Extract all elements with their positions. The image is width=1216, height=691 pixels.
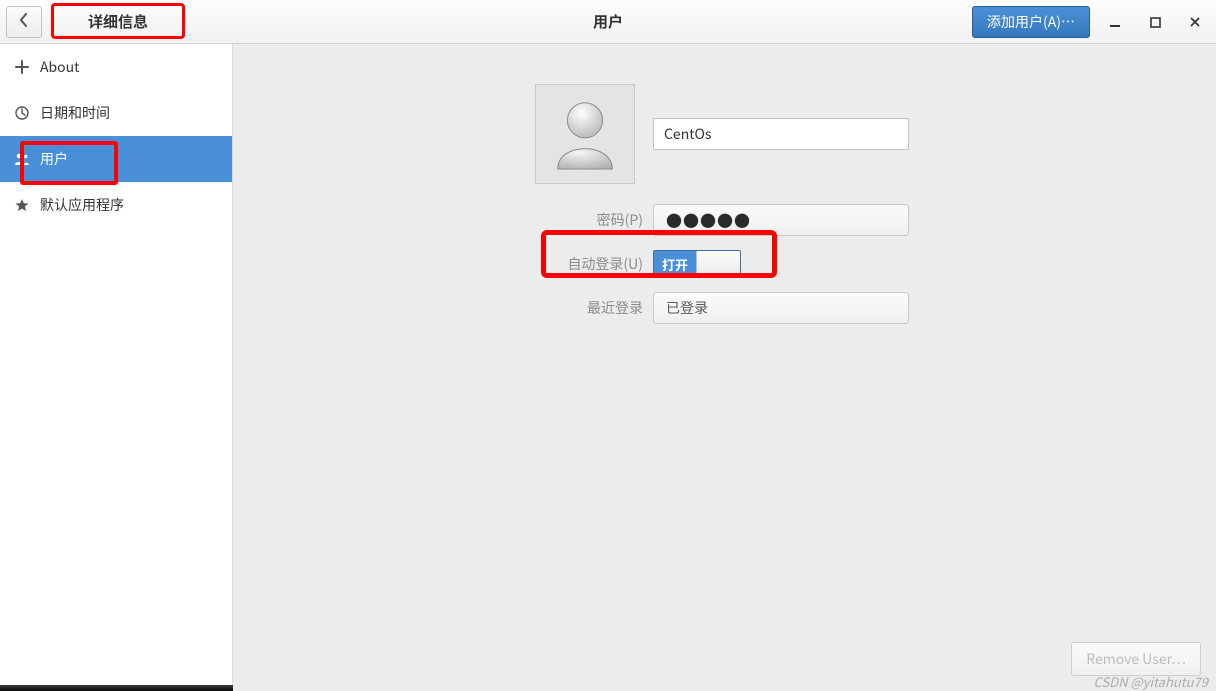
add-user-button[interactable]: 添加用户(A)…	[972, 6, 1090, 38]
plus-icon	[14, 60, 30, 74]
add-user-label: 添加用户(A)…	[987, 12, 1075, 32]
password-dots: ●●●●●	[666, 208, 751, 232]
sidebar-item-about[interactable]: About	[0, 44, 232, 90]
users-icon	[14, 152, 30, 166]
autologin-row: 自动登录(U) 打开	[233, 242, 1216, 286]
maximize-button[interactable]	[1148, 17, 1162, 28]
sidebar-item-label: 默认应用程序	[40, 195, 124, 215]
autologin-label: 自动登录(U)	[233, 254, 653, 274]
details-title-label: 详细信息	[88, 11, 148, 32]
password-row: 密码(P) ●●●●●	[233, 198, 1216, 242]
remove-user-button[interactable]: Remove User…	[1071, 642, 1201, 676]
window-title: 用户	[593, 11, 623, 32]
main-content: 密码(P) ●●●●● 自动登录(U) 打开 最近登录	[233, 44, 1216, 691]
avatar-button[interactable]	[535, 84, 635, 184]
sidebar-item-default-apps[interactable]: 默认应用程序	[0, 182, 232, 228]
sidebar: About 日期和时间 用户 默认应用程序	[0, 44, 233, 691]
body: About 日期和时间 用户 默认应用程序	[0, 44, 1216, 691]
clock-icon	[14, 106, 30, 120]
sidebar-item-label: About	[40, 57, 79, 77]
remove-user-label: Remove User…	[1086, 649, 1186, 669]
details-title-box: 详细信息	[51, 3, 185, 39]
sidebar-item-label: 日期和时间	[40, 103, 110, 123]
user-name-input[interactable]	[653, 118, 909, 150]
recent-login-value: 已登录	[666, 298, 708, 318]
form: 密码(P) ●●●●● 自动登录(U) 打开 最近登录	[233, 198, 1216, 330]
sidebar-item-users[interactable]: 用户	[0, 136, 232, 182]
back-button[interactable]	[6, 6, 42, 38]
autologin-toggle[interactable]: 打开	[653, 250, 741, 278]
window-controls	[1108, 0, 1216, 44]
recent-label: 最近登录	[233, 298, 653, 318]
sidebar-item-label: 用户	[40, 149, 68, 169]
sidebar-item-datetime[interactable]: 日期和时间	[0, 90, 232, 136]
toggle-on-label: 打开	[654, 251, 696, 277]
profile-row	[535, 84, 1216, 184]
star-icon	[14, 198, 30, 212]
header-bar: 详细信息 用户 添加用户(A)…	[0, 0, 1216, 44]
minimize-button[interactable]	[1108, 16, 1122, 28]
user-avatar-icon	[546, 93, 624, 176]
close-button[interactable]	[1188, 16, 1202, 28]
password-button[interactable]: ●●●●●	[653, 204, 909, 236]
chevron-left-icon	[19, 11, 29, 32]
password-label: 密码(P)	[233, 210, 653, 230]
bottom-edge	[0, 685, 233, 691]
recent-row: 最近登录 已登录	[233, 286, 1216, 330]
recent-login-button[interactable]: 已登录	[653, 292, 909, 324]
toggle-knob	[696, 251, 740, 277]
